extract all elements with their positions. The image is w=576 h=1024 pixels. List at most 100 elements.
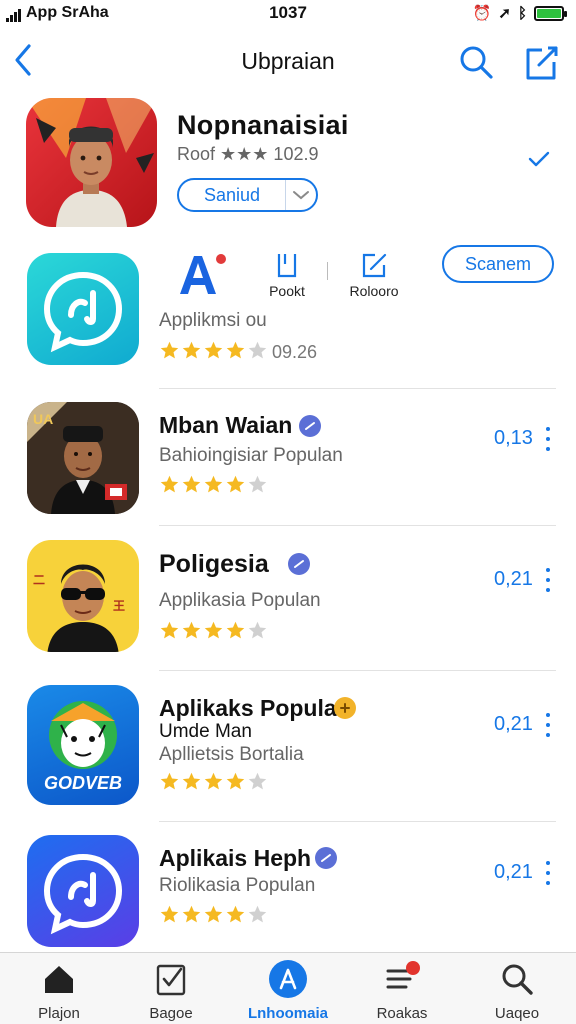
- app-icon-sunglasses[interactable]: 二 王: [27, 540, 139, 652]
- app-title: Mban Waian: [159, 412, 293, 438]
- tab-updates[interactable]: Roakas: [347, 959, 457, 1022]
- scan-button[interactable]: Scanem: [442, 245, 554, 283]
- app-price[interactable]: 0,21: [494, 568, 533, 591]
- app-title: Poligesia: [159, 550, 269, 578]
- app-subtitle: Applikasia Populan: [159, 590, 321, 611]
- star-icon: [160, 905, 179, 923]
- star-rating: [159, 771, 268, 793]
- app-title: Aplikaks Popula: [159, 695, 337, 721]
- star-icon: [204, 475, 223, 493]
- home-icon: [45, 966, 73, 993]
- chat-bubble-icon: [43, 853, 123, 935]
- tab-checklist[interactable]: Bagoe: [116, 959, 226, 1022]
- svg-text:二: 二: [33, 573, 45, 587]
- app-icon-chat[interactable]: [27, 253, 139, 365]
- more-options-icon[interactable]: [544, 861, 552, 885]
- star-icon: [248, 772, 267, 790]
- tab-bar: Plajon Bagoe Lnhoomaia Roakas Uaqeo: [0, 952, 576, 1024]
- portrait-artwork: UA: [27, 402, 139, 514]
- verified-badge-icon: [299, 415, 321, 437]
- cartoon-artwork: GODVEB: [44, 701, 122, 793]
- tab-label: Plajon: [38, 1005, 80, 1022]
- search-icon: [502, 964, 533, 995]
- star-rating: [159, 620, 268, 642]
- sunglasses-artwork: 二 王: [33, 564, 125, 652]
- tab-label: Bagoe: [149, 1005, 193, 1022]
- tab-label: Lnhoomaia: [247, 1005, 328, 1022]
- app-price[interactable]: 0,13: [494, 427, 533, 450]
- tab-home[interactable]: Plajon: [4, 959, 114, 1022]
- star-icon: [160, 341, 179, 359]
- star-icon: [160, 621, 179, 639]
- app-store-icon: [269, 960, 307, 998]
- app-row[interactable]: GODVEB Aplikaks Popula Umde Man Aplliets…: [0, 685, 576, 822]
- svg-text:UA: UA: [33, 411, 53, 427]
- updates-icon: [386, 961, 420, 989]
- app-developer: Umde Man: [159, 721, 252, 742]
- bookmark-action[interactable]: Pookt: [262, 250, 312, 299]
- app-row[interactable]: 二 王 Poligesia Applikasia Populan 0,21: [0, 540, 576, 671]
- tab-search[interactable]: Uaqeo: [462, 959, 572, 1022]
- checklist-icon: [156, 964, 186, 996]
- tab-label: Roakas: [376, 1005, 428, 1022]
- app-price[interactable]: 0,21: [494, 861, 533, 884]
- star-icon: [182, 341, 201, 359]
- star-icon: [182, 621, 201, 639]
- bookmark-label: Pookt: [269, 283, 305, 299]
- more-options-icon[interactable]: [544, 568, 552, 592]
- app-title: Aplikais Heph: [159, 845, 312, 871]
- star-icon: [248, 341, 267, 359]
- app-subtitle: Bahioingisiar Populan: [159, 445, 343, 466]
- row-divider: [159, 670, 556, 671]
- star-icon: [160, 475, 179, 493]
- star-icon: [226, 772, 245, 790]
- font-app-icon[interactable]: [174, 250, 230, 298]
- more-options-icon[interactable]: [544, 427, 552, 451]
- chat-bubble-icon: [43, 271, 123, 353]
- svg-text:王: 王: [113, 599, 125, 613]
- tab-label: Uaqeo: [494, 1005, 540, 1022]
- verified-badge-icon: [334, 697, 356, 719]
- star-icon: [248, 621, 267, 639]
- row-divider: [159, 525, 556, 526]
- star-icon: [226, 475, 245, 493]
- edit-icon: [362, 253, 387, 278]
- app-subtitle: Applikmsi ou: [159, 310, 267, 331]
- star-icon: [182, 905, 201, 923]
- app-icon-portrait[interactable]: UA: [27, 402, 139, 514]
- app-row[interactable]: Aplikais Heph Riolikasia Populan 0,21: [0, 835, 576, 950]
- star-icon: [204, 905, 223, 923]
- star-rating: [159, 340, 268, 362]
- app-price[interactable]: 0,21: [494, 713, 533, 736]
- cartoon-icon-text: GODVEB: [44, 773, 122, 793]
- tab-apps[interactable]: Lnhoomaia: [233, 959, 343, 1022]
- row-divider: [159, 821, 556, 822]
- app-icon-cartoon[interactable]: GODVEB: [27, 685, 139, 805]
- app-subtitle: Apllietsis Bortalia: [159, 744, 304, 765]
- star-icon: [204, 772, 223, 790]
- verified-badge-icon: [315, 847, 337, 869]
- star-icon: [160, 772, 179, 790]
- app-row[interactable]: Pookt Rolooro Scanem Applikmsi ou 09.26: [0, 0, 576, 389]
- row-divider: [159, 388, 556, 389]
- edit-label: Rolooro: [349, 283, 399, 299]
- app-icon-chat-blue[interactable]: [27, 835, 139, 947]
- star-rating: [159, 904, 268, 926]
- star-rating: [159, 474, 268, 496]
- rating-count: 09.26: [272, 342, 318, 362]
- star-icon: [226, 341, 245, 359]
- star-icon: [204, 621, 223, 639]
- star-icon: [226, 621, 245, 639]
- action-divider: [327, 262, 328, 280]
- star-icon: [182, 475, 201, 493]
- verified-badge-icon: [288, 553, 310, 575]
- star-icon: [248, 475, 267, 493]
- star-icon: [226, 905, 245, 923]
- bookmark-icon: [277, 254, 297, 278]
- star-icon: [204, 341, 223, 359]
- app-row[interactable]: UA Mban Waian Bahioingisiar Populan 0,13: [0, 400, 576, 526]
- app-subtitle: Riolikasia Populan: [159, 875, 316, 896]
- edit-action[interactable]: Rolooro: [344, 250, 404, 299]
- star-icon: [248, 905, 267, 923]
- more-options-icon[interactable]: [544, 713, 552, 737]
